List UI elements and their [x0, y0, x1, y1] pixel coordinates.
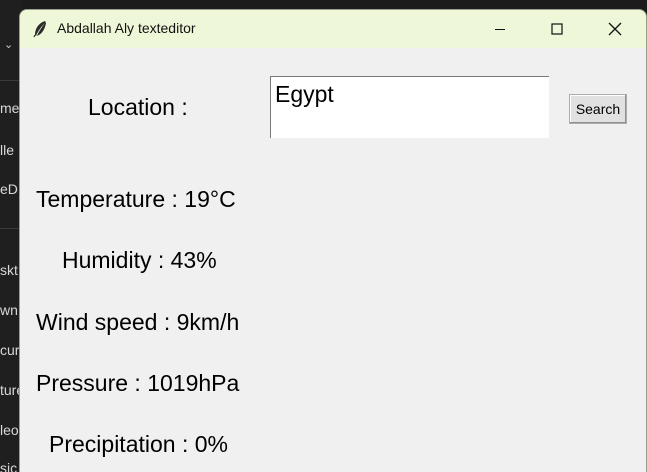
background-item[interactable]: eD	[0, 181, 18, 197]
background-item[interactable]: ture	[0, 382, 22, 398]
background-item[interactable]: wn	[0, 302, 18, 318]
wind-speed-label: Wind speed : 9km/h	[36, 309, 240, 335]
app-window: Abdallah Aly texteditor Location : Egypt…	[20, 10, 646, 472]
feather-icon	[32, 20, 48, 38]
location-input[interactable]: Egypt	[270, 76, 549, 138]
minimize-button[interactable]	[477, 10, 523, 48]
divider	[0, 80, 22, 81]
window-title: Abdallah Aly texteditor	[57, 20, 196, 36]
background-item[interactable]: leo	[0, 422, 19, 438]
close-button[interactable]	[592, 10, 638, 48]
background-item[interactable]: me	[0, 100, 19, 116]
title-bar[interactable]: Abdallah Aly texteditor	[20, 10, 646, 48]
location-label: Location :	[88, 94, 188, 120]
background-explorer-panel: ⌄ me lle eD skt wn cur ture leo sic	[0, 0, 22, 472]
background-item[interactable]: cur	[0, 342, 19, 358]
search-button[interactable]: Search	[569, 94, 627, 124]
background-item[interactable]: skt	[0, 262, 18, 278]
maximize-icon	[551, 23, 563, 35]
minimize-icon	[494, 23, 506, 35]
background-item[interactable]: lle	[0, 142, 14, 158]
close-icon	[608, 22, 622, 36]
pressure-label: Pressure : 1019hPa	[36, 370, 240, 396]
precipitation-label: Precipitation : 0%	[49, 431, 228, 457]
chevron-down-icon[interactable]: ⌄	[4, 38, 13, 51]
divider	[0, 228, 22, 229]
background-item[interactable]: sic	[0, 460, 17, 472]
temperature-label: Temperature : 19°C	[36, 186, 236, 212]
maximize-button[interactable]	[534, 10, 580, 48]
humidity-label: Humidity : 43%	[62, 247, 217, 273]
